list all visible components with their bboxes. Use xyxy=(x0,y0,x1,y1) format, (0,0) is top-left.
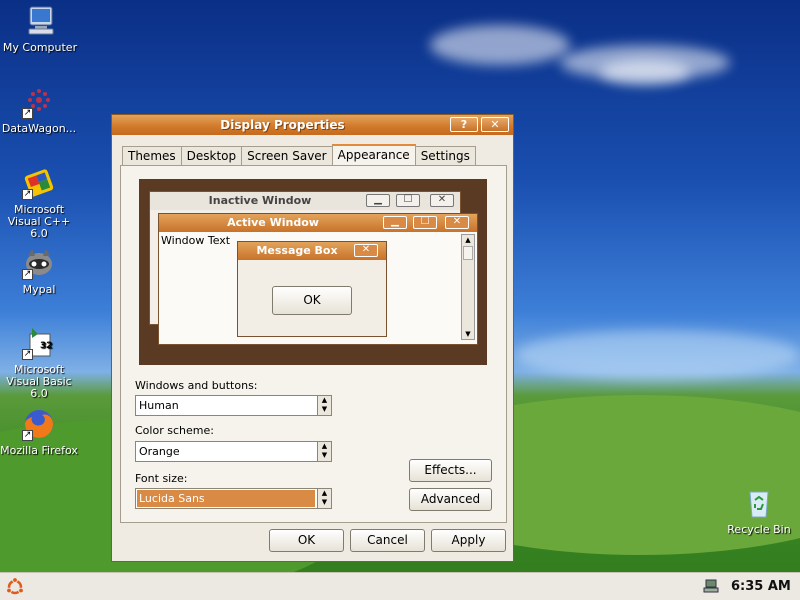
effects-button[interactable]: Effects... xyxy=(409,459,492,482)
tab-screen-saver[interactable]: Screen Saver xyxy=(241,146,333,165)
taskbar: 6:35 AM xyxy=(0,572,800,600)
desktop-icon-label: My Computer xyxy=(2,41,78,54)
windows-and-buttons-label: Windows and buttons: xyxy=(135,379,258,392)
windows-and-buttons-select[interactable]: Human ▲ ▼ xyxy=(135,395,332,416)
desktop-icon-visual-cpp[interactable]: ↗ Microsoft Visual C++ 6.0 xyxy=(0,166,79,240)
shortcut-arrow-icon: ↗ xyxy=(22,349,33,360)
preview-maximize-icon: ☐ xyxy=(413,216,437,229)
visual-basic-icon: 32 ↗ xyxy=(22,326,56,360)
svg-text:32: 32 xyxy=(40,341,53,351)
preview-window-text: Window Text xyxy=(161,234,231,247)
shortcut-arrow-icon: ↗ xyxy=(22,108,33,119)
cancel-button[interactable]: Cancel xyxy=(350,529,425,552)
desktop-icon-label: Microsoft Visual Basic 6.0 xyxy=(6,363,72,400)
visual-cpp-icon: ↗ xyxy=(22,166,56,200)
apply-button[interactable]: Apply xyxy=(431,529,506,552)
appearance-panel: Inactive Window ▁ ☐ ✕ Active Window ▁ ☐ … xyxy=(120,165,507,523)
scroll-down-icon: ▼ xyxy=(465,330,471,338)
datawagon-icon: ↗ xyxy=(22,85,56,119)
preview-close-icon: ✕ xyxy=(445,216,469,229)
preview-scrollbar: ▲ ▼ xyxy=(461,234,475,340)
clock[interactable]: 6:35 AM xyxy=(731,579,791,594)
scroll-up-icon: ▲ xyxy=(465,236,471,244)
window-titlebar[interactable]: Display Properties ? ✕ xyxy=(112,115,513,135)
preview-active-title: Active Window xyxy=(227,216,319,229)
spin-arrows-icon[interactable]: ▲ ▼ xyxy=(317,396,331,415)
ubuntu-logo-icon[interactable] xyxy=(4,577,26,597)
ok-button[interactable]: OK xyxy=(269,529,344,552)
preview-inactive-title: Inactive Window xyxy=(208,194,312,207)
help-button[interactable]: ? xyxy=(450,117,478,132)
shortcut-arrow-icon: ↗ xyxy=(22,269,33,280)
font-size-value: Lucida Sans xyxy=(137,490,315,507)
firefox-icon: ↗ xyxy=(22,407,56,441)
desktop-icon-datawagon[interactable]: ↗ DataWagon... xyxy=(0,85,79,135)
tab-desktop[interactable]: Desktop xyxy=(180,146,243,165)
windows-and-buttons-value: Human xyxy=(139,399,179,412)
tab-strip: Themes Desktop Screen Saver Appearance S… xyxy=(122,144,476,165)
window-title: Display Properties xyxy=(220,118,345,132)
preview-close-icon: ✕ xyxy=(430,194,454,207)
desktop-icon-label: Mypal xyxy=(22,283,56,296)
recycle-bin-icon xyxy=(742,486,776,520)
preview-minimize-icon: ▁ xyxy=(383,216,407,229)
desktop-icon-my-computer[interactable]: My Computer xyxy=(0,4,80,54)
desktop-icon-recycle-bin[interactable]: Recycle Bin xyxy=(719,486,799,536)
preview-maximize-icon: ☐ xyxy=(396,194,420,207)
color-scheme-select[interactable]: Orange ▲ ▼ xyxy=(135,441,332,462)
preview-close-icon: ✕ xyxy=(354,244,378,257)
advanced-button[interactable]: Advanced xyxy=(409,488,492,511)
color-scheme-value: Orange xyxy=(139,445,180,458)
desktop-icon-label: Recycle Bin xyxy=(727,523,791,536)
font-size-select[interactable]: Lucida Sans ▲ ▼ xyxy=(135,488,332,509)
display-properties-window: Display Properties ? ✕ Themes Desktop Sc… xyxy=(111,114,514,562)
desktop-icon-label: Mozilla Firefox xyxy=(0,444,78,457)
tab-appearance[interactable]: Appearance xyxy=(331,144,416,165)
spin-arrows-icon[interactable]: ▲ ▼ xyxy=(317,442,331,461)
scroll-thumb xyxy=(463,246,473,260)
shortcut-arrow-icon: ↗ xyxy=(22,430,33,441)
preview-minimize-icon: ▁ xyxy=(366,194,390,207)
mypal-icon: ↗ xyxy=(22,246,56,280)
close-button[interactable]: ✕ xyxy=(481,117,509,132)
computer-icon xyxy=(23,4,57,38)
desktop-icon-label: DataWagon... xyxy=(1,122,77,135)
shortcut-arrow-icon: ↗ xyxy=(22,189,33,200)
preview-ok-button: OK xyxy=(272,286,352,315)
font-size-label: Font size: xyxy=(135,472,188,485)
spin-arrows-icon[interactable]: ▲ ▼ xyxy=(317,489,331,508)
desktop-icon-label: Microsoft Visual C++ 6.0 xyxy=(7,203,71,240)
preview-message-box: Message Box ✕ OK xyxy=(237,241,387,337)
appearance-preview: Inactive Window ▁ ☐ ✕ Active Window ▁ ☐ … xyxy=(139,179,487,365)
tab-themes[interactable]: Themes xyxy=(122,146,182,165)
network-icon[interactable] xyxy=(703,578,719,594)
tab-settings[interactable]: Settings xyxy=(414,146,476,165)
color-scheme-label: Color scheme: xyxy=(135,424,214,437)
preview-inactive-titlebar: Inactive Window ▁ ☐ ✕ xyxy=(150,192,460,210)
desktop-icon-visual-basic[interactable]: 32 ↗ Microsoft Visual Basic 6.0 xyxy=(0,326,79,400)
preview-active-titlebar: Active Window ▁ ☐ ✕ xyxy=(159,214,477,232)
desktop-icon-firefox[interactable]: ↗ Mozilla Firefox xyxy=(0,407,79,457)
desktop-icon-mypal[interactable]: ↗ Mypal xyxy=(0,246,79,296)
preview-message-box-titlebar: Message Box ✕ xyxy=(238,242,386,260)
preview-message-box-title: Message Box xyxy=(256,244,338,257)
